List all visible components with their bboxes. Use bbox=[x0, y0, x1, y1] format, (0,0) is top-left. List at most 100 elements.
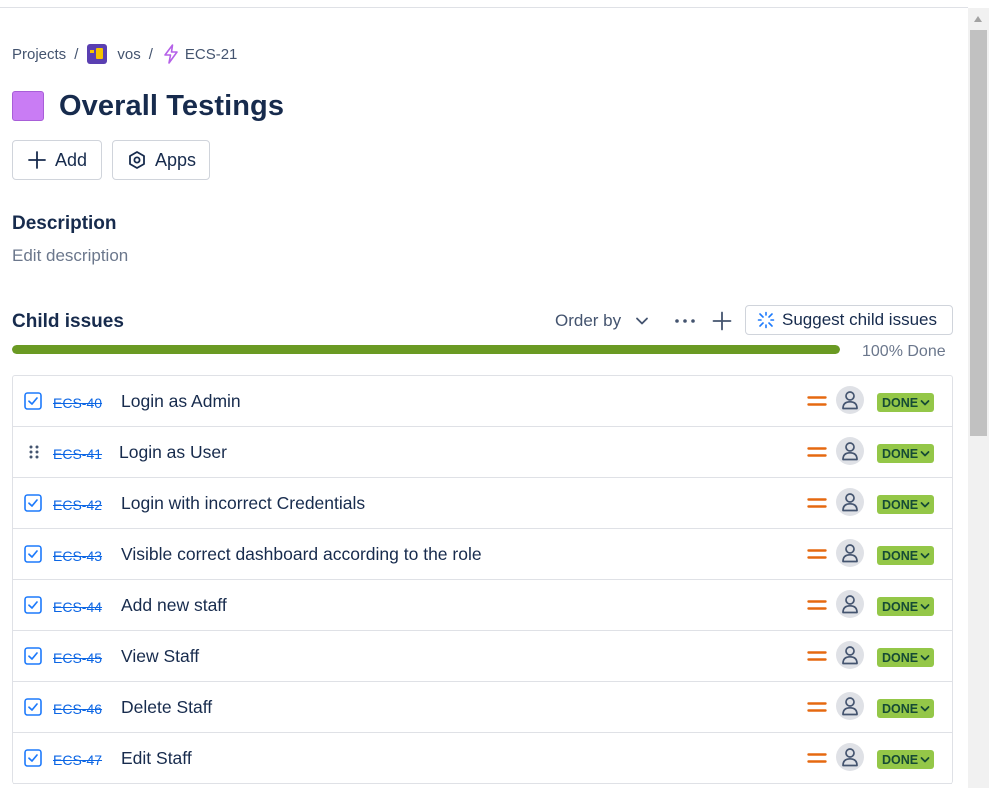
child-issue-list: ECS-40 Login as Admin DONE ECS-41 Login as U… bbox=[12, 375, 953, 784]
breadcrumb-parent-link[interactable]: ECS-21 bbox=[185, 46, 238, 63]
progress-label: 100% Done bbox=[862, 343, 946, 360]
status-dropdown[interactable]: DONE bbox=[877, 546, 935, 565]
child-issue-row[interactable]: ECS-47 Edit Staff DONE bbox=[13, 733, 952, 784]
issue-summary[interactable]: Visible correct dashboard according to t… bbox=[121, 544, 482, 565]
priority-medium-icon[interactable] bbox=[807, 496, 827, 510]
assignee-avatar[interactable] bbox=[836, 539, 864, 567]
issue-key-link[interactable]: ECS-42 bbox=[53, 497, 102, 513]
status-label: DONE bbox=[882, 701, 919, 716]
title-row: Overall Testings bbox=[12, 86, 284, 126]
issue-key-link[interactable]: ECS-46 bbox=[53, 701, 102, 717]
breadcrumb-separator: / bbox=[148, 45, 153, 63]
breadcrumb: Projects / vos / ECS-21 bbox=[12, 43, 237, 65]
create-child-plus-icon[interactable] bbox=[712, 311, 732, 331]
assignee-avatar[interactable] bbox=[836, 743, 864, 771]
epic-lightning-icon bbox=[164, 44, 178, 64]
status-dropdown[interactable]: DONE bbox=[877, 750, 935, 769]
status-label: DONE bbox=[882, 752, 919, 767]
issue-summary[interactable]: Edit Staff bbox=[121, 748, 192, 769]
suggest-child-issues-button[interactable]: Suggest child issues bbox=[745, 305, 953, 335]
add-button[interactable]: Add bbox=[12, 140, 102, 180]
checkbox-icon[interactable] bbox=[24, 494, 42, 512]
assignee-avatar[interactable] bbox=[836, 437, 864, 465]
chevron-down-icon bbox=[920, 399, 930, 405]
priority-medium-icon[interactable] bbox=[807, 700, 827, 714]
drag-handle-icon[interactable] bbox=[28, 445, 40, 459]
priority-medium-icon[interactable] bbox=[807, 598, 827, 612]
status-dropdown[interactable]: DONE bbox=[877, 699, 935, 718]
assignee-avatar[interactable] bbox=[836, 488, 864, 516]
child-issue-row[interactable]: ECS-40 Login as Admin DONE bbox=[13, 376, 952, 427]
unassigned-user-icon bbox=[842, 493, 858, 512]
description-heading: Description bbox=[12, 213, 117, 234]
status-dropdown[interactable]: DONE bbox=[877, 495, 935, 514]
assignee-avatar[interactable] bbox=[836, 386, 864, 414]
breadcrumb-project-link[interactable]: vos bbox=[117, 46, 140, 63]
order-by-dropdown[interactable]: Order by bbox=[555, 310, 649, 332]
issue-summary[interactable]: Login as Admin bbox=[121, 391, 241, 412]
child-issue-row[interactable]: ECS-42 Login with incorrect Credentials DO… bbox=[13, 478, 952, 529]
progress-bar-fill bbox=[12, 345, 840, 354]
child-issue-row[interactable]: ECS-46 Delete Staff DONE bbox=[13, 682, 952, 733]
unassigned-user-icon bbox=[842, 748, 858, 767]
child-issue-row[interactable]: ECS-41 Login as User DONE bbox=[13, 427, 952, 478]
child-issues-heading: Child issues bbox=[12, 311, 124, 332]
checkbox-icon[interactable] bbox=[24, 392, 42, 410]
chevron-down-icon bbox=[920, 603, 930, 609]
issue-key-link[interactable]: ECS-41 bbox=[53, 446, 102, 462]
issue-summary[interactable]: Delete Staff bbox=[121, 697, 212, 718]
assignee-avatar[interactable] bbox=[836, 692, 864, 720]
more-actions-icon[interactable] bbox=[673, 311, 697, 331]
status-dropdown[interactable]: DONE bbox=[877, 597, 935, 616]
assignee-avatar[interactable] bbox=[836, 641, 864, 669]
priority-medium-icon[interactable] bbox=[807, 751, 827, 765]
unassigned-user-icon bbox=[842, 646, 858, 665]
issue-key-link[interactable]: ECS-40 bbox=[53, 395, 102, 411]
apps-button[interactable]: Apps bbox=[112, 140, 210, 180]
breadcrumb-projects-link[interactable]: Projects bbox=[12, 46, 66, 63]
issue-key-link[interactable]: ECS-44 bbox=[53, 599, 102, 615]
checkbox-icon[interactable] bbox=[24, 596, 42, 614]
chevron-down-icon bbox=[920, 450, 930, 456]
scroll-thumb[interactable] bbox=[970, 30, 987, 436]
checkbox-icon[interactable] bbox=[24, 545, 42, 563]
child-issue-row[interactable]: ECS-44 Add new staff DONE bbox=[13, 580, 952, 631]
chevron-down-icon bbox=[920, 756, 930, 762]
status-dropdown[interactable]: DONE bbox=[877, 444, 935, 463]
description-editor[interactable]: Edit description bbox=[12, 246, 128, 266]
child-issue-row[interactable]: ECS-43 Visible correct dashboard accordin… bbox=[13, 529, 952, 580]
priority-medium-icon[interactable] bbox=[807, 547, 827, 561]
status-label: DONE bbox=[882, 395, 919, 410]
assignee-avatar[interactable] bbox=[836, 590, 864, 618]
priority-medium-icon[interactable] bbox=[807, 394, 827, 408]
page-title[interactable]: Overall Testings bbox=[59, 90, 284, 123]
unassigned-user-icon bbox=[842, 544, 858, 563]
apps-hexagon-icon bbox=[129, 151, 145, 169]
issue-summary[interactable]: Login as User bbox=[119, 442, 227, 463]
checkbox-icon[interactable] bbox=[24, 698, 42, 716]
status-dropdown[interactable]: DONE bbox=[877, 648, 935, 667]
issue-key-link[interactable]: ECS-45 bbox=[53, 650, 102, 666]
unassigned-user-icon bbox=[842, 595, 858, 614]
priority-medium-icon[interactable] bbox=[807, 649, 827, 663]
status-label: DONE bbox=[882, 548, 919, 563]
unassigned-user-icon bbox=[842, 442, 858, 461]
issue-key-link[interactable]: ECS-47 bbox=[53, 752, 102, 768]
chevron-down-icon bbox=[920, 501, 930, 507]
checkbox-icon[interactable] bbox=[24, 647, 42, 665]
status-dropdown[interactable]: DONE bbox=[877, 393, 935, 412]
checkbox-icon[interactable] bbox=[24, 749, 42, 767]
issue-type-swatch-icon[interactable] bbox=[12, 91, 44, 121]
issue-summary[interactable]: Add new staff bbox=[121, 595, 227, 616]
breadcrumb-separator: / bbox=[74, 45, 79, 63]
issue-summary[interactable]: View Staff bbox=[121, 646, 199, 667]
scroll-up-arrow-icon[interactable] bbox=[974, 16, 982, 22]
priority-medium-icon[interactable] bbox=[807, 445, 827, 459]
suggest-child-issues-label: Suggest child issues bbox=[782, 310, 937, 329]
issue-key-link[interactable]: ECS-43 bbox=[53, 548, 102, 564]
status-label: DONE bbox=[882, 650, 919, 665]
vertical-scrollbar[interactable] bbox=[968, 8, 989, 788]
child-issue-row[interactable]: ECS-45 View Staff DONE bbox=[13, 631, 952, 682]
chevron-down-icon bbox=[920, 552, 930, 558]
issue-summary[interactable]: Login with incorrect Credentials bbox=[121, 493, 365, 514]
